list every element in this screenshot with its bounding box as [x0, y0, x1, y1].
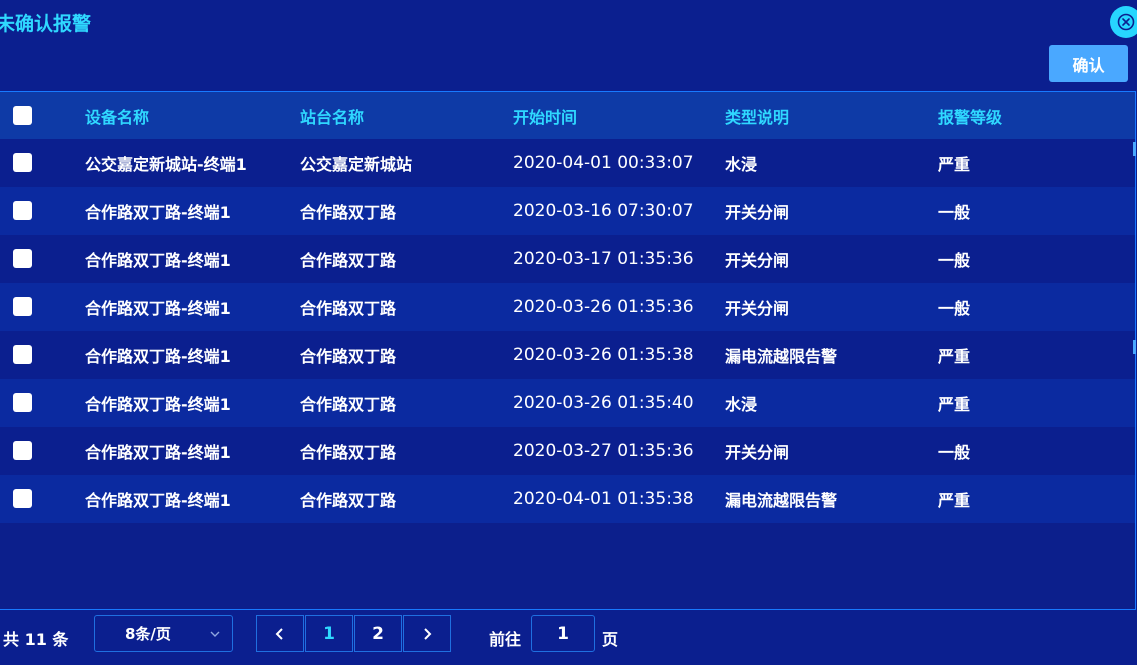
pagination-bar: 共 11 条 8条/页 1 2 前往 1 页	[0, 612, 1137, 665]
page-suffix-label: 页	[602, 630, 619, 649]
table-row[interactable]: 合作路双丁路-终端1 合作路双丁路 2020-03-17 01:35:36 开关分闸 一…	[0, 235, 1135, 283]
cell-station-name: 合作路双丁路	[300, 443, 397, 462]
cell-type: 开关分闸	[725, 443, 790, 462]
row-checkbox[interactable]	[13, 489, 32, 508]
page-size-value: 8条/页	[125, 625, 171, 643]
cell-start-time: 2020-03-16 07:30:07	[513, 201, 694, 221]
row-checkbox[interactable]	[13, 441, 32, 460]
cell-start-time: 2020-03-17 01:35:36	[513, 249, 694, 269]
cell-start-time: 2020-03-26 01:35:40	[513, 393, 694, 413]
goto-label: 前往	[489, 630, 522, 649]
table-row[interactable]: 合作路双丁路-终端1 合作路双丁路 2020-03-27 01:35:36 开关分闸 一…	[0, 427, 1135, 475]
scrollbar-marker[interactable]	[1133, 142, 1136, 156]
cell-device-name: 合作路双丁路-终端1	[85, 299, 231, 318]
cell-type: 开关分闸	[725, 203, 790, 222]
row-checkbox[interactable]	[13, 249, 32, 268]
scrollbar-marker[interactable]	[1133, 340, 1136, 354]
cell-device-name: 合作路双丁路-终端1	[85, 491, 231, 510]
total-count: 共 11 条	[3, 630, 69, 649]
cell-type: 开关分闸	[725, 299, 790, 318]
row-checkbox[interactable]	[13, 201, 32, 220]
cell-device-name: 合作路双丁路-终端1	[85, 203, 231, 222]
close-icon	[1117, 13, 1135, 31]
cell-type: 漏电流越限告警	[725, 347, 838, 366]
cell-start-time: 2020-03-27 01:35:36	[513, 441, 694, 461]
dialog-title: 未确认报警	[0, 13, 92, 35]
cell-start-time: 2020-04-01 01:35:38	[513, 489, 694, 509]
cell-start-time: 2020-03-26 01:35:38	[513, 345, 694, 365]
table-row[interactable]: 公交嘉定新城站-终端1 公交嘉定新城站 2020-04-01 00:33:07 水浸 严…	[0, 139, 1135, 187]
cell-start-time: 2020-03-26 01:35:36	[513, 297, 694, 317]
cell-level: 一般	[938, 251, 971, 270]
header-start-time[interactable]: 开始时间	[513, 92, 577, 139]
alarm-table: 设备名称 站台名称 开始时间 类型说明 报警等级 公交嘉定新城站-终端1 公交嘉定…	[0, 91, 1136, 610]
header-level[interactable]: 报警等级	[938, 92, 1002, 139]
cell-type: 开关分闸	[725, 251, 790, 270]
cell-station-name: 合作路双丁路	[300, 347, 397, 366]
cell-device-name: 合作路双丁路-终端1	[85, 395, 231, 414]
close-button[interactable]	[1110, 6, 1137, 38]
cell-level: 严重	[938, 395, 971, 414]
header-type[interactable]: 类型说明	[725, 92, 789, 139]
cell-type: 水浸	[725, 155, 758, 174]
table-row[interactable]: 合作路双丁路-终端1 合作路双丁路 2020-03-26 01:35:38 漏电流越限…	[0, 331, 1135, 379]
chevron-left-icon	[275, 627, 283, 640]
cell-level: 一般	[938, 299, 971, 318]
table-row[interactable]: 合作路双丁路-终端1 合作路双丁路 2020-04-01 01:35:38 漏电流越限…	[0, 475, 1135, 523]
cell-type: 水浸	[725, 395, 758, 414]
cell-station-name: 合作路双丁路	[300, 491, 397, 510]
cell-start-time: 2020-04-01 00:33:07	[513, 153, 694, 173]
select-all-checkbox[interactable]	[13, 106, 32, 125]
cell-device-name: 公交嘉定新城站-终端1	[85, 155, 247, 174]
row-checkbox[interactable]	[13, 297, 32, 316]
row-checkbox[interactable]	[13, 345, 32, 364]
cell-station-name: 公交嘉定新城站	[300, 155, 413, 174]
cell-station-name: 合作路双丁路	[300, 299, 397, 318]
header-device-name[interactable]: 设备名称	[85, 92, 149, 139]
goto-page-input[interactable]: 1	[531, 615, 595, 652]
table-row[interactable]: 合作路双丁路-终端1 合作路双丁路 2020-03-26 01:35:40 水浸 严重	[0, 379, 1135, 427]
page-2-button[interactable]: 2	[354, 615, 402, 652]
cell-type: 漏电流越限告警	[725, 491, 838, 510]
cell-device-name: 合作路双丁路-终端1	[85, 251, 231, 270]
cell-level: 一般	[938, 203, 971, 222]
cell-device-name: 合作路双丁路-终端1	[85, 443, 231, 462]
confirm-button[interactable]: 确认	[1049, 45, 1128, 82]
cell-station-name: 合作路双丁路	[300, 203, 397, 222]
page-size-select[interactable]: 8条/页	[94, 615, 233, 652]
cell-station-name: 合作路双丁路	[300, 251, 397, 270]
row-checkbox[interactable]	[13, 153, 32, 172]
table-row[interactable]: 合作路双丁路-终端1 合作路双丁路 2020-03-26 01:35:36 开关分闸 一…	[0, 283, 1135, 331]
cell-level: 严重	[938, 491, 971, 510]
chevron-right-icon	[424, 627, 432, 640]
table-row[interactable]: 合作路双丁路-终端1 合作路双丁路 2020-03-16 07:30:07 开关分闸 一…	[0, 187, 1135, 235]
table-header: 设备名称 站台名称 开始时间 类型说明 报警等级	[0, 92, 1135, 139]
cell-level: 严重	[938, 347, 971, 366]
row-checkbox[interactable]	[13, 393, 32, 412]
cell-level: 一般	[938, 443, 971, 462]
prev-page-button[interactable]	[256, 615, 304, 652]
header-station-name[interactable]: 站台名称	[300, 92, 364, 139]
pager: 1 2	[256, 615, 452, 652]
next-page-button[interactable]	[403, 615, 451, 652]
chevron-down-icon	[210, 631, 220, 637]
cell-station-name: 合作路双丁路	[300, 395, 397, 414]
cell-level: 严重	[938, 155, 971, 174]
cell-device-name: 合作路双丁路-终端1	[85, 347, 231, 366]
page-1-button[interactable]: 1	[305, 615, 353, 652]
